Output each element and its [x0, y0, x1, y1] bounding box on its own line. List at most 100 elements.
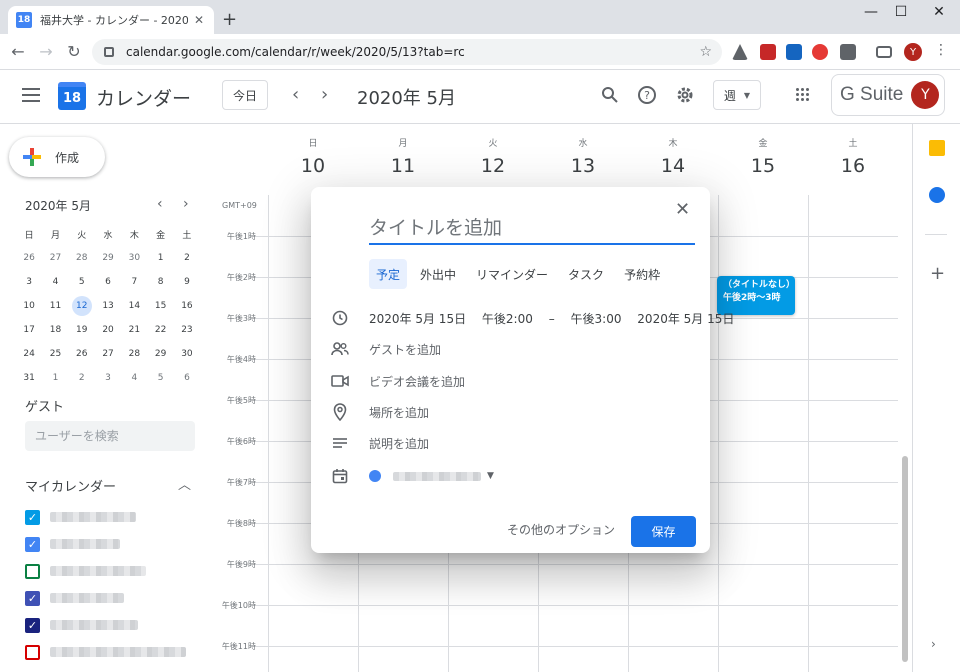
chevron-up-icon[interactable]: ︿ — [178, 474, 191, 493]
mini-day[interactable]: 25 — [42, 342, 68, 366]
mini-day[interactable]: 7 — [121, 270, 147, 294]
puzzle-extension-icon[interactable] — [840, 44, 856, 60]
mini-next-chevron-icon[interactable]: › — [183, 196, 189, 212]
mini-day[interactable]: 18 — [42, 318, 68, 342]
calendar-list-item[interactable]: ✓ — [25, 589, 124, 607]
grid-scrollbar[interactable] — [902, 456, 908, 662]
mini-day[interactable]: 4 — [42, 270, 68, 294]
mini-day[interactable]: 1 — [147, 246, 173, 270]
calendar-checkbox[interactable]: ✓ — [25, 590, 40, 606]
end-date[interactable]: 2020年 5月 15日 — [637, 312, 734, 326]
browser-profile-avatar[interactable]: Y — [904, 43, 922, 61]
mini-day[interactable]: 6 — [95, 270, 121, 294]
trend-extension-icon[interactable] — [812, 44, 828, 60]
tab-event-type[interactable]: タスク — [561, 259, 611, 289]
calendar-list-item[interactable]: ✓ — [25, 616, 138, 634]
add-addon-plus-icon[interactable]: + — [930, 263, 945, 284]
tab-close-icon[interactable]: ✕ — [194, 13, 204, 27]
day-number[interactable]: 14 — [628, 155, 718, 177]
datetime-row[interactable]: 2020年 5月 15日 午後2:00 – 午後3:00 2020年 5月 15… — [331, 308, 734, 328]
tab-event-type[interactable]: 予定 — [369, 259, 408, 289]
mini-day[interactable]: 12 — [69, 294, 95, 318]
mini-day[interactable]: 29 — [95, 246, 121, 270]
start-date[interactable]: 2020年 5月 15日 — [369, 312, 466, 326]
back-arrow-icon[interactable]: ← — [8, 42, 28, 61]
mini-day[interactable]: 3 — [95, 366, 121, 390]
prev-week-chevron-icon[interactable]: ‹ — [292, 84, 299, 105]
calendar-list-item[interactable] — [25, 562, 146, 580]
end-time[interactable]: 午後3:00 — [571, 312, 622, 326]
next-week-chevron-icon[interactable]: › — [321, 84, 328, 105]
tab-event-type[interactable]: リマインダー — [469, 259, 555, 289]
mini-day[interactable]: 1 — [42, 366, 68, 390]
start-time[interactable]: 午後2:00 — [482, 312, 533, 326]
view-selector[interactable]: 週 ▼ — [713, 80, 761, 110]
bookmark-star-icon[interactable]: ☆ — [699, 44, 712, 60]
new-tab-button[interactable]: + — [222, 9, 237, 30]
calendar-checkbox[interactable]: ✓ — [25, 536, 40, 552]
guest-search-input[interactable] — [25, 421, 195, 451]
mini-day[interactable]: 15 — [147, 294, 173, 318]
omnibox[interactable]: calendar.google.com/calendar/r/week/2020… — [92, 39, 722, 65]
expand-panel-chevron-icon[interactable]: › — [931, 637, 936, 651]
add-video-row[interactable]: ビデオ会議を追加 — [331, 371, 465, 391]
calendar-select-row[interactable]: ▼ — [331, 466, 494, 486]
calendar-checkbox[interactable] — [25, 563, 40, 579]
mini-day[interactable]: 24 — [16, 342, 42, 366]
day-number[interactable]: 16 — [808, 155, 898, 177]
mini-day[interactable]: 28 — [121, 342, 147, 366]
mini-day[interactable]: 20 — [95, 318, 121, 342]
mini-day[interactable]: 14 — [121, 294, 147, 318]
gsuite-account-area[interactable]: G Suite Y — [831, 74, 945, 116]
browser-tab[interactable]: 18 福井大学 - カレンダー - 2020年 5月 ✕ — [8, 6, 214, 34]
avatar[interactable]: Y — [911, 81, 940, 109]
today-button[interactable]: 今日 — [222, 80, 268, 110]
maximize-icon[interactable]: ☐ — [886, 4, 916, 20]
day-header[interactable]: 日 10 — [268, 136, 358, 177]
day-header[interactable]: 月 11 — [358, 136, 448, 177]
mini-day[interactable]: 26 — [69, 342, 95, 366]
mini-day[interactable]: 5 — [69, 270, 95, 294]
mini-day[interactable]: 28 — [69, 246, 95, 270]
mini-day[interactable]: 31 — [16, 366, 42, 390]
mini-day[interactable]: 8 — [147, 270, 173, 294]
day-number[interactable]: 15 — [718, 155, 808, 177]
calendar-checkbox[interactable]: ✓ — [25, 509, 40, 525]
day-number[interactable]: 12 — [448, 155, 538, 177]
browser-menu-icon[interactable]: ⋮ — [934, 42, 948, 58]
add-location-row[interactable]: 場所を追加 — [331, 402, 429, 422]
day-number[interactable]: 10 — [268, 155, 358, 177]
mini-day[interactable]: 2 — [69, 366, 95, 390]
add-guests-row[interactable]: ゲストを追加 — [331, 339, 441, 359]
mini-day[interactable]: 16 — [174, 294, 200, 318]
google-apps-icon[interactable] — [796, 88, 810, 102]
calendar-list-item[interactable] — [25, 643, 186, 661]
mini-day[interactable]: 6 — [174, 366, 200, 390]
mini-day[interactable]: 10 — [16, 294, 42, 318]
day-header[interactable]: 土 16 — [808, 136, 898, 177]
mini-day[interactable]: 21 — [121, 318, 147, 342]
day-header[interactable]: 金 15 — [718, 136, 808, 177]
mini-day[interactable]: 30 — [121, 246, 147, 270]
mini-day[interactable]: 19 — [69, 318, 95, 342]
calendar-list-item[interactable]: ✓ — [25, 535, 120, 553]
day-header[interactable]: 水 13 — [538, 136, 628, 177]
mini-day[interactable]: 29 — [147, 342, 173, 366]
main-menu-icon[interactable] — [22, 88, 40, 102]
mini-day[interactable]: 26 — [16, 246, 42, 270]
tab-event-type[interactable]: 予約枠 — [617, 259, 667, 289]
day-number[interactable]: 11 — [358, 155, 448, 177]
mini-day[interactable]: 11 — [42, 294, 68, 318]
pdf-extension-icon[interactable] — [760, 44, 776, 60]
more-options-button[interactable]: その他のオプション — [507, 521, 615, 538]
mini-day[interactable]: 27 — [95, 342, 121, 366]
reload-icon[interactable]: ↻ — [64, 42, 84, 61]
tasks-icon[interactable] — [929, 187, 945, 203]
window-close-icon[interactable]: ✕ — [924, 4, 954, 20]
day-number[interactable]: 13 — [538, 155, 628, 177]
search-icon[interactable] — [599, 84, 621, 106]
mini-day[interactable]: 30 — [174, 342, 200, 366]
cast-icon[interactable] — [876, 46, 892, 58]
event-title-input[interactable] — [369, 213, 695, 245]
mini-day[interactable]: 23 — [174, 318, 200, 342]
